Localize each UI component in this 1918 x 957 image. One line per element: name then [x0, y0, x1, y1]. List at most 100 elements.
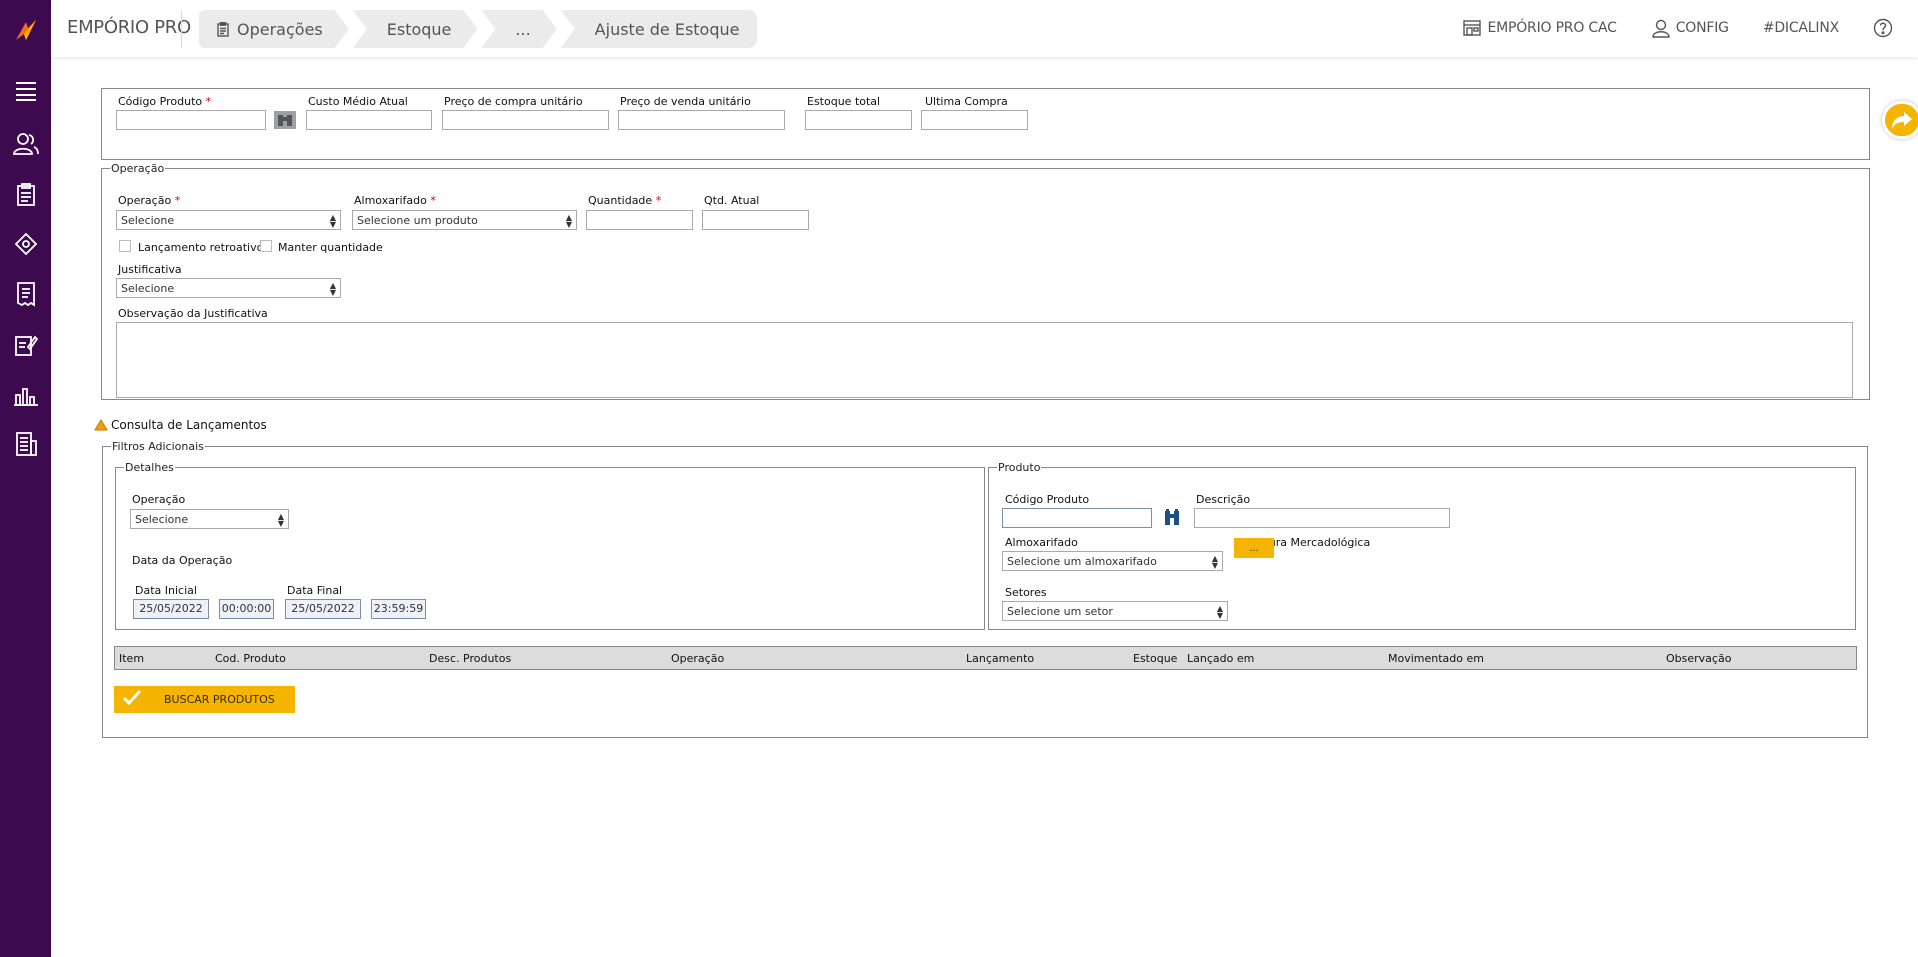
filtro-descricao-input[interactable] [1194, 508, 1450, 528]
breadcrumb: Operações Estoque ... Ajuste de Estoque [199, 10, 761, 48]
custo-medio-label: Custo Médio Atual [308, 95, 408, 108]
filtro-almoxarifado-select-value: Selecione um almoxarifado [1007, 554, 1157, 568]
breadcrumb-label: ... [515, 19, 531, 39]
setores-select-value: Selecione um setor [1007, 604, 1113, 618]
quantidade-input[interactable] [586, 210, 693, 230]
column-header-observacao[interactable]: Observação [1666, 652, 1731, 665]
estoque-total-input[interactable] [805, 110, 912, 130]
data-inicial-label: Data Inicial [135, 584, 197, 597]
resultados-grid-header: Item Cod. Produto Desc. Produtos Operaçã… [114, 646, 1857, 670]
breadcrumb-label: Ajuste de Estoque [594, 19, 740, 39]
lancamento-retroativo-label: Lançamento retroativo [138, 241, 264, 254]
consulta-lancamentos-toggle[interactable]: Consulta de Lançamentos [94, 418, 267, 432]
estrutura-mercadologica-button[interactable]: ... [1234, 538, 1274, 558]
quantidade-label: Quantidade * [588, 194, 661, 207]
detalhes-fieldset: Detalhes Operação Selecione ▲ ▼ Data da Op… [115, 461, 985, 630]
column-header-estoque[interactable]: Estoque [1133, 652, 1177, 665]
breadcrumb-label: Estoque [386, 19, 452, 39]
column-header-operacao[interactable]: Operação [671, 652, 724, 665]
config-link[interactable]: CONFIG [1651, 18, 1729, 38]
binoculars-search-icon[interactable] [1161, 508, 1183, 528]
codigo-produto-label-text: Código Produto [118, 95, 203, 108]
share-arrow-icon [1892, 112, 1912, 129]
breadcrumb-operacoes[interactable]: Operações [199, 10, 349, 48]
ultima-compra-input[interactable] [921, 110, 1028, 130]
justificativa-label: Justificativa [118, 263, 182, 276]
filtro-operacao-label: Operação [132, 493, 186, 506]
select-arrows-icon: ▲ ▼ [1216, 604, 1223, 620]
receipt-icon[interactable] [11, 279, 41, 309]
bar-chart-icon[interactable] [11, 380, 41, 410]
column-header-desc-produtos[interactable]: Desc. Produtos [429, 652, 511, 665]
operacao-select[interactable]: Selecione ▲ ▼ [116, 210, 341, 230]
operacao-legend: Operação [111, 162, 165, 175]
breadcrumb-ellipsis[interactable]: ... [481, 10, 556, 48]
observacao-justificativa-textarea[interactable] [116, 322, 1853, 398]
produto-fieldset: Produto Código Produto Descrição Almoxar… [988, 461, 1856, 630]
dicalinx-link[interactable]: #DICALINX [1763, 20, 1839, 36]
breadcrumb-estoque[interactable]: Estoque [353, 10, 478, 48]
users-icon[interactable] [11, 129, 41, 159]
breadcrumb-ajuste-estoque[interactable]: Ajuste de Estoque [560, 10, 758, 48]
produto-legend: Produto [998, 461, 1041, 474]
setores-select[interactable]: Selecione um setor ▲ ▼ [1002, 601, 1228, 621]
justificativa-select[interactable]: Selecione ▲ ▼ [116, 278, 341, 298]
preco-venda-input[interactable] [618, 110, 785, 130]
manter-quantidade-checkbox[interactable] [260, 240, 272, 252]
required-marker: * [655, 194, 662, 207]
codigo-produto-input[interactable] [116, 110, 266, 130]
hora-final-input[interactable]: 23:59:59 [371, 599, 426, 619]
required-marker: * [205, 95, 212, 108]
filtros-adicionais-legend: Filtros Adicionais [112, 440, 204, 453]
operacao-label-text: Operação [118, 194, 172, 207]
column-header-cod-produto[interactable]: Cod. Produto [215, 652, 286, 665]
hora-inicial-input[interactable]: 00:00:00 [219, 599, 274, 619]
building-icon[interactable] [11, 429, 41, 459]
dicalinx-link-label: #DICALINX [1762, 20, 1839, 36]
menu-list-icon[interactable] [11, 76, 41, 106]
qtd-atual-label: Qtd. Atual [704, 194, 760, 207]
filtro-codigo-produto-label: Código Produto [1005, 493, 1090, 506]
data-final-input[interactable]: 25/05/2022 [285, 599, 361, 619]
data-inicial-input[interactable]: 25/05/2022 [133, 599, 209, 619]
app-title[interactable]: EMPÓRIO PRO [67, 17, 191, 38]
column-header-movimentado-em[interactable]: Movimentado em [1388, 652, 1484, 665]
filtro-descricao-label: Descrição [1196, 493, 1251, 506]
clipboard-icon[interactable] [11, 180, 41, 210]
floating-action-button[interactable] [1882, 101, 1918, 139]
ticket-icon[interactable] [11, 229, 41, 259]
required-marker: * [430, 194, 436, 207]
sidebar [0, 0, 51, 957]
detalhes-legend: Detalhes [125, 461, 174, 474]
edit-document-icon[interactable] [11, 330, 41, 360]
cac-link[interactable]: EMPÓRIO PRO CAC [1462, 19, 1617, 37]
preco-venda-label: Preço de venda unitário [620, 95, 751, 108]
qtd-atual-input[interactable] [702, 210, 809, 230]
buscar-produtos-button[interactable]: BUSCAR PRODUTOS [114, 686, 295, 713]
binoculars-search-icon[interactable] [274, 110, 296, 130]
clipboard-icon [217, 22, 229, 37]
preco-compra-input[interactable] [442, 110, 609, 130]
filtro-operacao-select[interactable]: Selecione ▲ ▼ [130, 509, 289, 529]
filtro-almoxarifado-select[interactable]: Selecione um almoxarifado ▲ ▼ [1002, 551, 1223, 571]
filtro-almoxarifado-label: Almoxarifado [1005, 536, 1078, 549]
column-header-item[interactable]: Item [119, 652, 144, 665]
linx-logo-icon[interactable] [14, 18, 38, 42]
select-arrows-icon: ▲ ▼ [565, 213, 572, 229]
select-arrows-icon: ▲ ▼ [329, 213, 336, 229]
consulta-lancamentos-label: Consulta de Lançamentos [111, 418, 267, 432]
setores-label: Setores [1005, 586, 1047, 599]
required-marker: * [174, 194, 181, 207]
help-link[interactable] [1873, 18, 1898, 38]
column-header-lancamento[interactable]: Lançamento [966, 652, 1034, 665]
almoxarifado-label-text: Almoxarifado [354, 194, 427, 207]
cac-link-label: EMPÓRIO PRO CAC [1487, 20, 1617, 36]
filtro-codigo-produto-input[interactable] [1002, 508, 1152, 528]
almoxarifado-select[interactable]: Selecione um produto ▲ ▼ [352, 210, 577, 230]
lancamento-retroativo-checkbox[interactable] [119, 240, 131, 252]
column-header-lancado-em[interactable]: Lançado em [1187, 652, 1254, 665]
buscar-produtos-label: BUSCAR PRODUTOS [164, 693, 275, 706]
almoxarifado-select-value: Selecione um produto [357, 213, 478, 227]
custo-medio-input[interactable] [306, 110, 432, 130]
codigo-produto-label: Código Produto * [118, 95, 211, 108]
